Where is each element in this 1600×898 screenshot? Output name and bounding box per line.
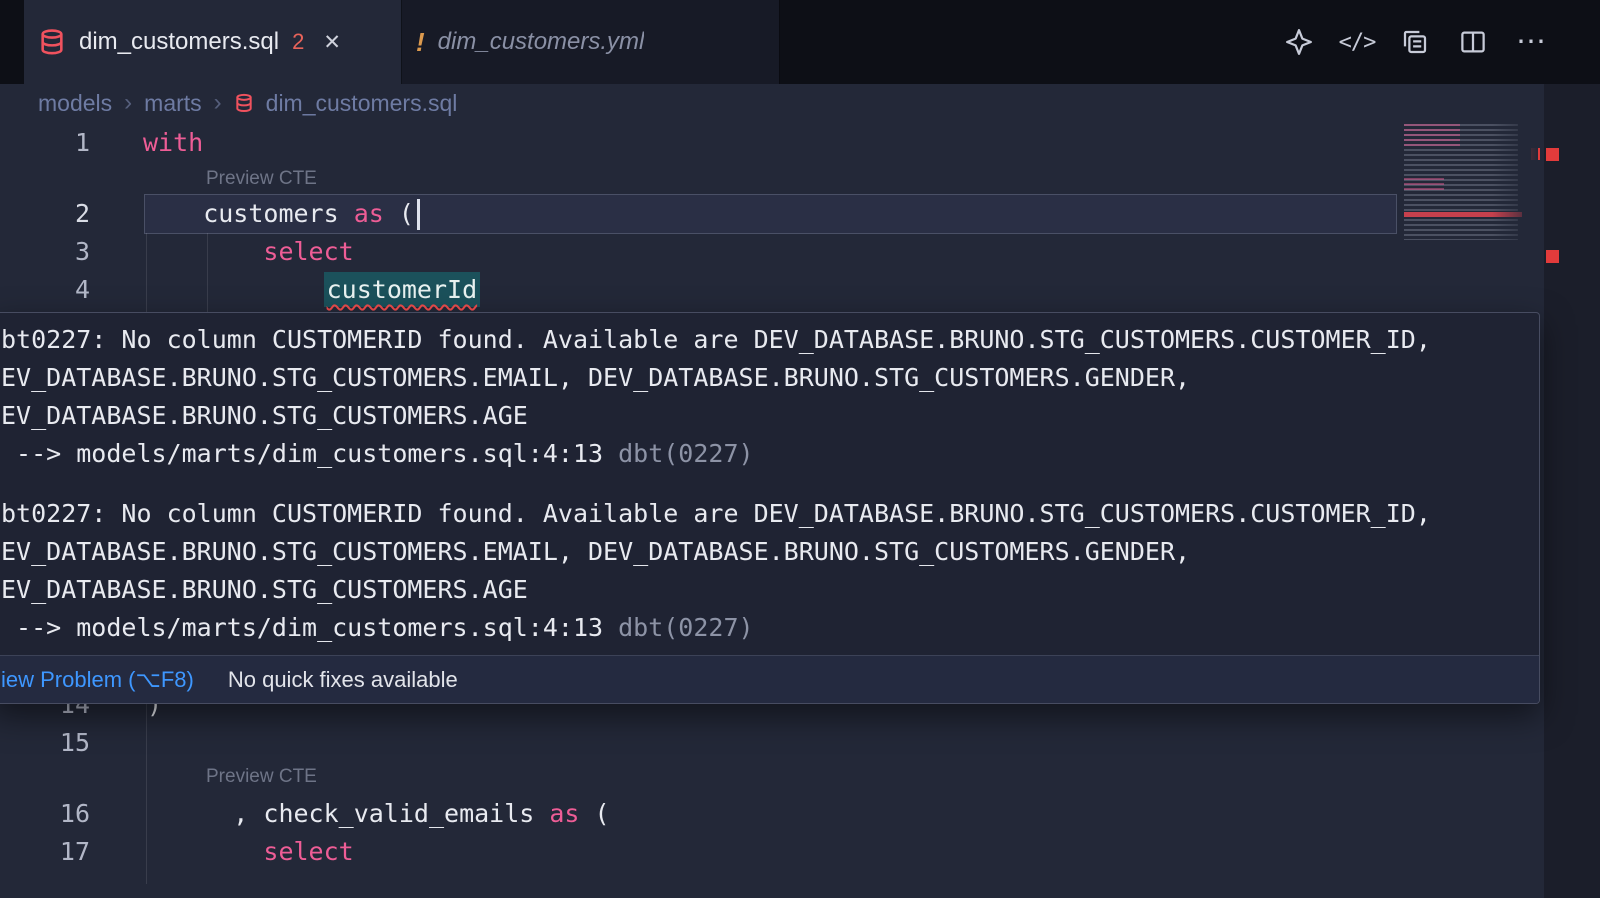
- view-problem-link[interactable]: iew Problem (⌥F8): [1, 667, 194, 693]
- minimap-keyword-lines: [1404, 124, 1460, 146]
- diagnostic-source: dbt(0227): [618, 439, 753, 468]
- database-icon: [38, 28, 66, 56]
- error-token-customerid: customerId: [324, 272, 481, 307]
- bracket-token: (: [579, 799, 609, 828]
- location-path: --> models/marts/dim_customers.sql:4:13: [16, 613, 603, 642]
- line-number: 4: [0, 271, 90, 309]
- tab-bar: dim_customers.sql 2 ✕ ! dim_customers.ym…: [0, 0, 1600, 84]
- keyword-token: with: [143, 128, 203, 157]
- copy-results-button[interactable]: [1398, 25, 1432, 59]
- diagnostic-message: bt0227: No column CUSTOMERID found. Avai…: [1, 321, 1525, 473]
- dbt-icon: [1284, 27, 1314, 57]
- code-preview-button[interactable]: </>: [1340, 25, 1374, 59]
- codelens-preview-cte[interactable]: Preview CTE: [206, 766, 317, 788]
- hover-status-bar: iew Problem (⌥F8) No quick fixes availab…: [0, 655, 1539, 703]
- breadcrumb: models › marts › dim_customers.sql: [0, 84, 1400, 122]
- overview-ruler[interactable]: [1544, 84, 1600, 898]
- code-line[interactable]: 15: [0, 724, 1540, 762]
- tab-dim-customers-sql[interactable]: dim_customers.sql 2 ✕: [24, 0, 402, 84]
- minimap-error-line: [1404, 212, 1522, 217]
- breadcrumb-separator: ›: [124, 89, 132, 117]
- keyword-token: select: [263, 237, 353, 266]
- database-icon: [234, 93, 254, 113]
- copy-icon: [1400, 27, 1430, 57]
- line-number: 1: [0, 124, 90, 162]
- dbt-button[interactable]: [1282, 25, 1316, 59]
- split-editor-button[interactable]: [1456, 25, 1490, 59]
- keyword-token: as: [549, 799, 579, 828]
- warning-icon: !: [416, 27, 425, 58]
- line-number: 15: [0, 724, 90, 762]
- code-line[interactable]: 17 select: [0, 833, 1540, 871]
- codelens-preview-cte[interactable]: Preview CTE: [206, 168, 317, 190]
- minimap[interactable]: [1404, 124, 1538, 240]
- diagnostic-text: bt0227: No column CUSTOMERID found. Avai…: [1, 321, 1525, 359]
- text-cursor: [417, 199, 420, 230]
- more-actions-icon: ⋯: [1516, 37, 1546, 47]
- tab-title: dim_customers.yml: [438, 28, 645, 56]
- minimap-keyword-lines: [1404, 178, 1444, 192]
- diagnostic-text: EV_DATABASE.BRUNO.STG_CUSTOMERS.AGE: [1, 571, 1525, 609]
- code-line[interactable]: 1 with: [0, 124, 1540, 162]
- diagnostic-source: dbt(0227): [618, 613, 753, 642]
- keyword-token: as: [354, 199, 384, 228]
- error-marker: [1546, 148, 1559, 161]
- diagnostic-text: EV_DATABASE.BRUNO.STG_CUSTOMERS.EMAIL, D…: [1, 359, 1525, 397]
- vscode-window: dim_customers.sql 2 ✕ ! dim_customers.ym…: [0, 0, 1600, 898]
- code-icon: </>: [1339, 30, 1376, 55]
- line-number: 2: [0, 195, 90, 233]
- breadcrumb-item-marts[interactable]: marts: [144, 90, 202, 117]
- tab-error-count-badge: 2: [292, 29, 304, 55]
- breadcrumb-item-models[interactable]: models: [38, 90, 112, 117]
- identifier-token: customers: [203, 199, 354, 228]
- location-path: --> models/marts/dim_customers.sql:4:13: [16, 439, 603, 468]
- diagnostic-text: EV_DATABASE.BRUNO.STG_CUSTOMERS.EMAIL, D…: [1, 533, 1525, 571]
- code-line[interactable]: 4 customerId: [0, 271, 1540, 309]
- error-marker: [1546, 250, 1559, 263]
- line-number: 16: [0, 795, 90, 833]
- code-line[interactable]: 16 , check_valid_emails as (: [0, 795, 1540, 833]
- error-hover-popup: bt0227: No column CUSTOMERID found. Avai…: [0, 312, 1540, 704]
- diagnostic-location: --> models/marts/dim_customers.sql:4:13 d…: [1, 435, 1525, 473]
- diagnostic-message: bt0227: No column CUSTOMERID found. Avai…: [1, 495, 1525, 647]
- editor-actions: </> ⋯: [1282, 0, 1600, 84]
- hover-diagnostics: bt0227: No column CUSTOMERID found. Avai…: [0, 313, 1539, 655]
- minimap-error-marker: [1531, 148, 1540, 160]
- diagnostic-text: bt0227: No column CUSTOMERID found. Avai…: [1, 495, 1525, 533]
- code-line[interactable]: 3 select: [0, 233, 1540, 271]
- identifier-token: , check_valid_emails: [233, 799, 549, 828]
- breadcrumb-separator: ›: [214, 89, 222, 117]
- no-quick-fixes-label: No quick fixes available: [228, 667, 458, 693]
- code-line[interactable]: 2 customers as (: [0, 195, 1540, 233]
- tab-dim-customers-yml[interactable]: ! dim_customers.yml: [402, 0, 780, 84]
- line-number: 3: [0, 233, 90, 271]
- keyword-token: select: [263, 837, 353, 866]
- split-editor-icon: [1458, 27, 1488, 57]
- diagnostic-location: --> models/marts/dim_customers.sql:4:13 d…: [1, 609, 1525, 647]
- diagnostic-text: EV_DATABASE.BRUNO.STG_CUSTOMERS.AGE: [1, 397, 1525, 435]
- tab-title: dim_customers.sql: [79, 28, 279, 56]
- more-actions-button[interactable]: ⋯: [1514, 25, 1548, 59]
- line-number: 17: [0, 833, 90, 871]
- breadcrumb-item-file[interactable]: dim_customers.sql: [266, 90, 458, 117]
- bracket-token: (: [384, 199, 414, 228]
- close-icon[interactable]: ✕: [323, 30, 341, 55]
